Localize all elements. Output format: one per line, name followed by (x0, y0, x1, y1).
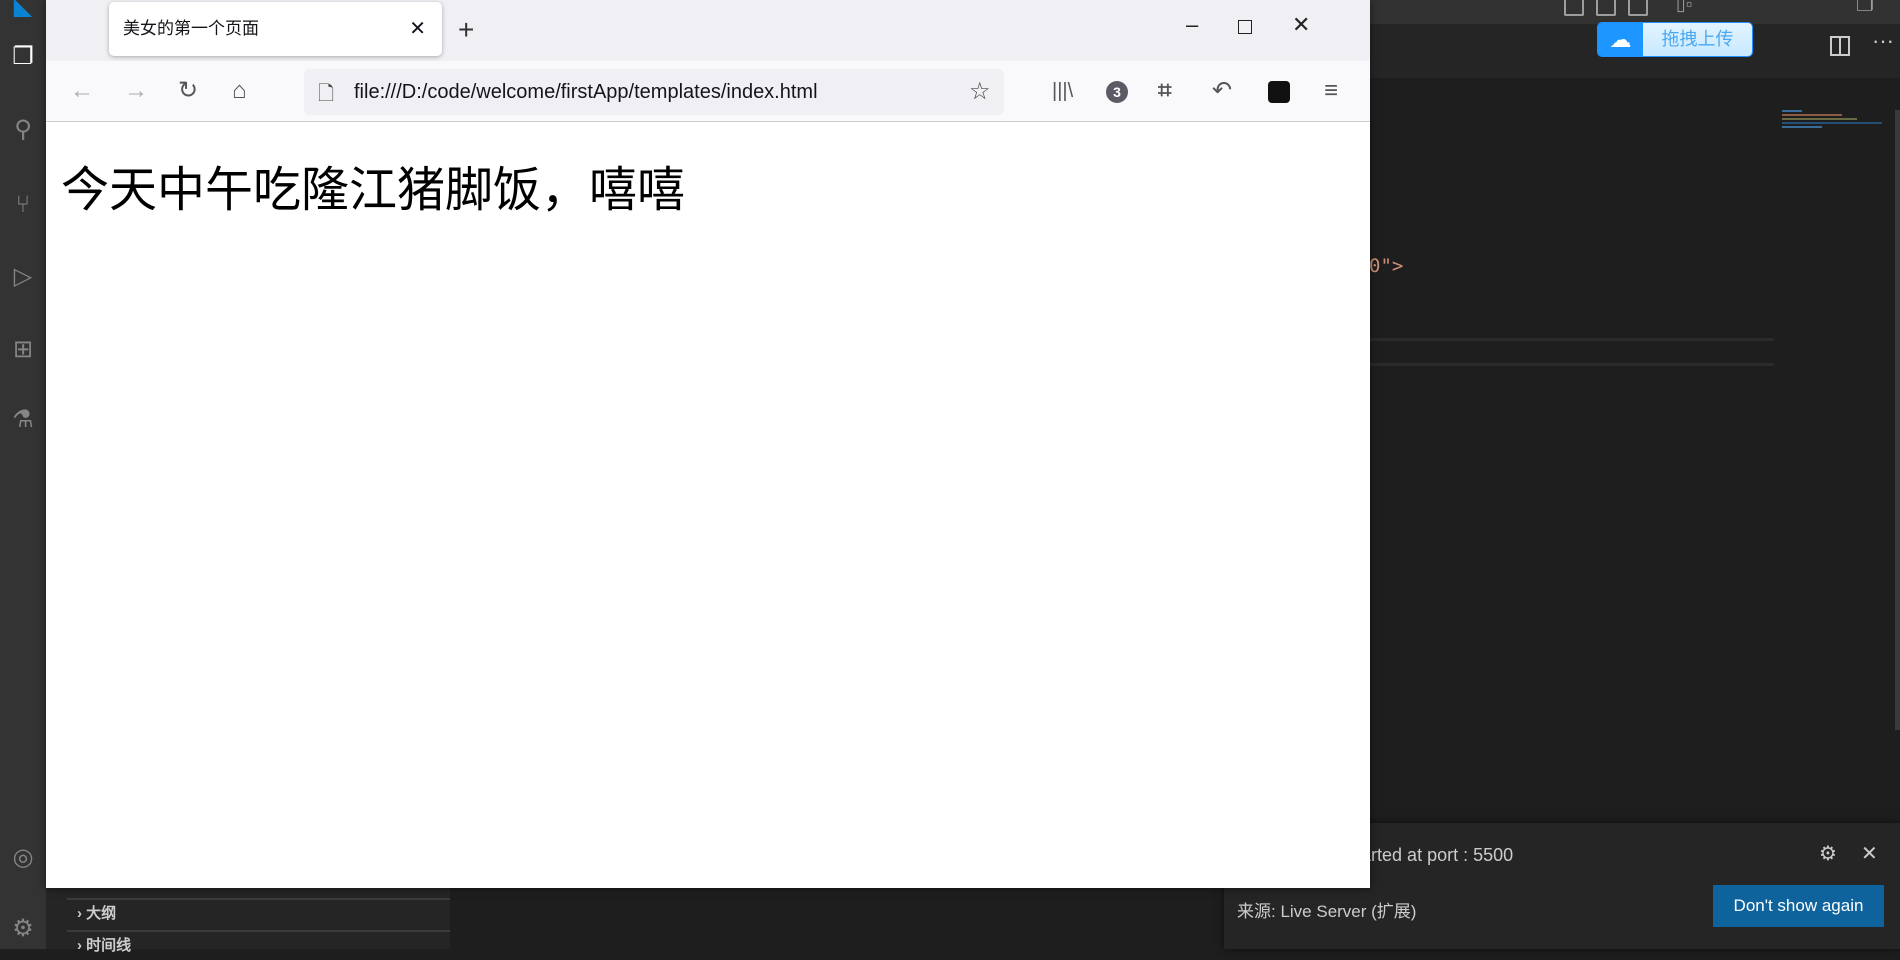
menu-icon[interactable]: ≡ (1324, 77, 1338, 105)
home-button[interactable]: ⌂ (232, 77, 247, 105)
close-tab-icon[interactable]: ✕ (409, 2, 426, 56)
forward-button[interactable]: → (124, 77, 148, 105)
settings-gear-icon[interactable]: ⚙ (8, 914, 38, 944)
library-icon[interactable]: |||\ (1052, 77, 1073, 105)
restore-icon[interactable]: ❐ (1856, 0, 1874, 17)
notification-close-icon[interactable]: ✕ (1861, 841, 1878, 866)
upload-button-label: 拖拽上传 (1643, 23, 1752, 56)
upload-button[interactable]: ☁ 拖拽上传 (1597, 22, 1753, 57)
reload-button[interactable]: ↻ (178, 77, 198, 105)
account-icon[interactable]: ◎ (8, 843, 38, 873)
screenshot-crop-icon[interactable]: ⌗ (1158, 77, 1172, 105)
tab-title: 美女的第一个页面 (123, 19, 259, 38)
timeline-label: 时间线 (86, 937, 132, 954)
run-debug-icon[interactable]: ▷ (8, 262, 38, 292)
dont-show-again-button[interactable]: Don't show again (1713, 885, 1884, 927)
search-icon[interactable]: ⚲ (8, 115, 38, 145)
back-button[interactable]: ← (70, 77, 94, 105)
minimap[interactable] (1782, 110, 1882, 135)
minimize-button[interactable]: – (1186, 12, 1198, 38)
toggle-sidebar-icon[interactable] (1564, 0, 1584, 16)
extension-badge[interactable]: 3 (1106, 81, 1128, 103)
split-editor-icon[interactable] (1830, 36, 1850, 56)
testing-icon[interactable]: ⚗ (8, 405, 38, 435)
toggle-secondary-sidebar-icon[interactable] (1628, 0, 1648, 16)
bookmark-star-icon[interactable]: ☆ (969, 77, 991, 106)
new-tab-button[interactable]: + (458, 14, 474, 46)
code-fragment: 0"> (1369, 255, 1404, 277)
outline-label: 大纲 (86, 905, 117, 922)
address-bar[interactable]: 🗋 file:///D:/code/welcome/firstApp/templ… (304, 69, 1004, 115)
page-icon: 🗋 (318, 83, 335, 105)
line-highlight (1370, 338, 1774, 341)
notification-settings-icon[interactable]: ⚙ (1819, 841, 1837, 866)
navigation-toolbar: ← → ↻ ⌂ 🗋 file:///D:/code/welcome/firstA… (46, 61, 1370, 122)
files-icon[interactable]: ❐ (8, 42, 38, 72)
browser-window: 美女的第一个页面 ✕ + – ✕ ← → ↻ ⌂ 🗋 file:///D:/co… (46, 0, 1370, 888)
activity-bar: ◣ ❐ ⚲ ⑂ ▷ ⊞ ⚗ ◎ ⚙ (0, 0, 46, 949)
baidu-cloud-icon: ☁ (1598, 23, 1643, 56)
tampermonkey-icon[interactable] (1268, 81, 1290, 103)
vscode-logo-icon: ◣ (13, 0, 33, 20)
browser-tab-bar: 美女的第一个页面 ✕ + – ✕ (46, 0, 1370, 61)
editor-scrollbar[interactable] (1895, 110, 1900, 730)
extensions-icon[interactable]: ⊞ (8, 335, 38, 365)
customize-layout-icon[interactable]: ▯▫ (1676, 0, 1692, 15)
toggle-panel-icon[interactable] (1596, 0, 1616, 16)
maximize-button[interactable] (1238, 20, 1252, 34)
close-window-button[interactable]: ✕ (1292, 12, 1310, 38)
url-text[interactable]: file:///D:/code/welcome/firstApp/templat… (354, 81, 818, 104)
timeline-section[interactable]: › 时间线 (67, 930, 450, 960)
browser-tab[interactable]: 美女的第一个页面 ✕ (109, 2, 442, 56)
explorer-bottom: › 大纲 › 时间线 (46, 888, 450, 954)
undo-icon[interactable]: ↶ (1212, 77, 1232, 105)
more-actions-icon[interactable]: ··· (1872, 28, 1894, 54)
outline-section[interactable]: › 大纲 (67, 898, 450, 928)
line-highlight (1370, 363, 1774, 366)
notification-source: 来源: Live Server (扩展) (1237, 902, 1417, 921)
source-control-icon[interactable]: ⑂ (8, 190, 38, 220)
page-heading: 今天中午吃隆江猪脚饭，嘻嘻 (61, 162, 686, 218)
